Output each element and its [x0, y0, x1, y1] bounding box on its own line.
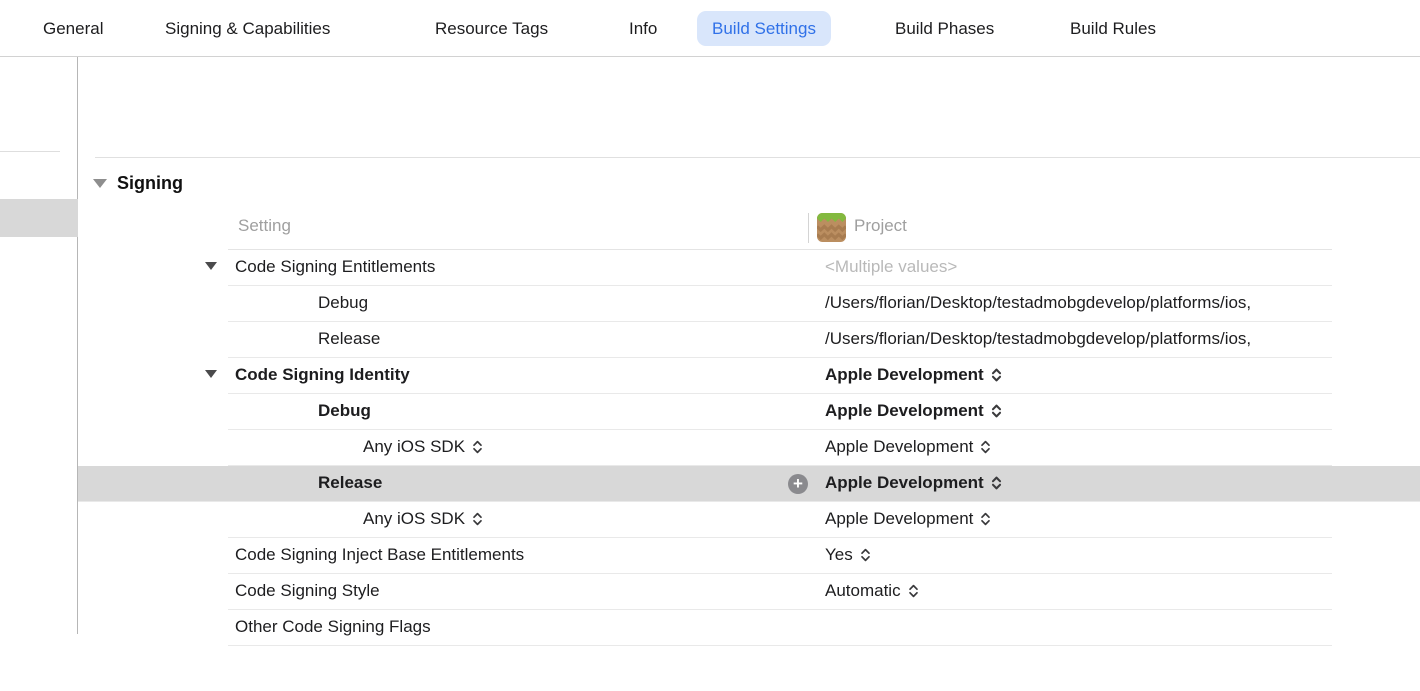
settings-rows: Code Signing Entitlements <Multiple valu…: [78, 250, 1420, 691]
value-text: Apple Development: [825, 509, 973, 528]
setting-value[interactable]: Automatic: [825, 581, 919, 601]
section-title: Signing: [117, 173, 183, 194]
table-row[interactable]: Code Signing Identity Apple Development: [78, 358, 1420, 394]
setting-name: Debug: [318, 401, 371, 421]
tab-resource-tags[interactable]: Resource Tags: [435, 11, 548, 46]
tab-build-rules[interactable]: Build Rules: [1070, 11, 1156, 46]
setting-name[interactable]: Any iOS SDK: [363, 509, 483, 529]
setting-name: Code Signing Style: [235, 581, 380, 601]
popup-chevrons-icon[interactable]: [908, 583, 919, 599]
popup-chevrons-icon[interactable]: [991, 403, 1002, 419]
setting-name: Code Signing Identity: [235, 365, 410, 385]
table-row[interactable]: Code Signing Entitlements <Multiple valu…: [78, 250, 1420, 286]
table-row-selected[interactable]: Release Apple Development: [78, 466, 1420, 502]
value-text: Automatic: [825, 581, 901, 600]
setting-name: Debug: [318, 293, 368, 313]
setting-name: Code Signing Inject Base Entitlements: [235, 545, 524, 565]
tab-info[interactable]: Info: [629, 11, 657, 46]
setting-value[interactable]: Apple Development: [825, 509, 991, 529]
value-text: Apple Development: [825, 473, 984, 492]
table-row[interactable]: Debug Apple Development: [78, 394, 1420, 430]
table-row[interactable]: Any iOS SDK Apple Development: [78, 430, 1420, 466]
setting-value[interactable]: /Users/florian/Desktop/testadmobgdevelop…: [825, 293, 1251, 313]
table-row[interactable]: Code Signing Style Automatic: [78, 574, 1420, 610]
table-row[interactable]: Other Code Signing Flags: [78, 610, 1420, 646]
popup-chevrons-icon[interactable]: [980, 511, 991, 527]
disclosure-triangle-icon[interactable]: [205, 262, 217, 270]
value-text: Any iOS SDK: [363, 509, 465, 528]
value-text: Yes: [825, 545, 853, 564]
build-settings-table: Signing Setting Project Code Signing Ent…: [78, 57, 1420, 634]
setting-name: Release: [318, 473, 382, 493]
setting-value[interactable]: <Multiple values>: [825, 257, 957, 277]
table-row[interactable]: Release /Users/florian/Desktop/testadmob…: [78, 322, 1420, 358]
disclosure-triangle-icon[interactable]: [205, 370, 217, 378]
tab-build-settings[interactable]: Build Settings: [697, 11, 831, 46]
setting-name[interactable]: Any iOS SDK: [363, 437, 483, 457]
setting-value[interactable]: Apple Development: [825, 365, 1002, 385]
setting-value[interactable]: /Users/florian/Desktop/testadmobgdevelop…: [825, 329, 1251, 349]
setting-name: Other Code Signing Flags: [235, 617, 431, 637]
section-top-divider: [95, 157, 1420, 158]
popup-chevrons-icon[interactable]: [980, 439, 991, 455]
column-header-project: Project: [854, 216, 907, 236]
editor-tab-bar: General Signing & Capabilities Resource …: [0, 0, 1420, 57]
setting-value[interactable]: Apple Development: [825, 473, 1002, 493]
column-header-setting: Setting: [238, 216, 291, 236]
value-text: Apple Development: [825, 401, 984, 420]
setting-name: Release: [318, 329, 380, 349]
table-row[interactable]: Any iOS SDK Apple Development: [78, 502, 1420, 538]
setting-value[interactable]: Yes: [825, 545, 871, 565]
table-row[interactable]: Code Signing Inject Base Entitlements Ye…: [78, 538, 1420, 574]
tab-general[interactable]: General: [43, 11, 103, 46]
targets-sidebar: [0, 57, 78, 634]
project-icon: [817, 213, 846, 247]
disclosure-triangle-icon[interactable]: [93, 179, 107, 188]
table-header-row: Setting Project: [78, 207, 1420, 250]
setting-value[interactable]: Apple Development: [825, 401, 1002, 421]
popup-chevrons-icon[interactable]: [472, 511, 483, 527]
section-header-signing[interactable]: Signing: [93, 171, 183, 195]
setting-name: Code Signing Entitlements: [235, 257, 435, 277]
sidebar-divider: [0, 151, 60, 152]
value-text: Any iOS SDK: [363, 437, 465, 456]
popup-chevrons-icon[interactable]: [991, 475, 1002, 491]
table-row[interactable]: Debug /Users/florian/Desktop/testadmobgd…: [78, 286, 1420, 322]
column-divider: [808, 213, 809, 243]
tab-signing-capabilities[interactable]: Signing & Capabilities: [165, 11, 330, 46]
popup-chevrons-icon[interactable]: [860, 547, 871, 563]
value-text: Apple Development: [825, 365, 984, 384]
tab-build-phases[interactable]: Build Phases: [895, 11, 994, 46]
popup-chevrons-icon[interactable]: [991, 367, 1002, 383]
plus-circle-icon[interactable]: [788, 474, 808, 494]
setting-value[interactable]: Apple Development: [825, 437, 991, 457]
popup-chevrons-icon[interactable]: [472, 439, 483, 455]
sidebar-selected-item[interactable]: [0, 199, 78, 237]
value-text: Apple Development: [825, 437, 973, 456]
